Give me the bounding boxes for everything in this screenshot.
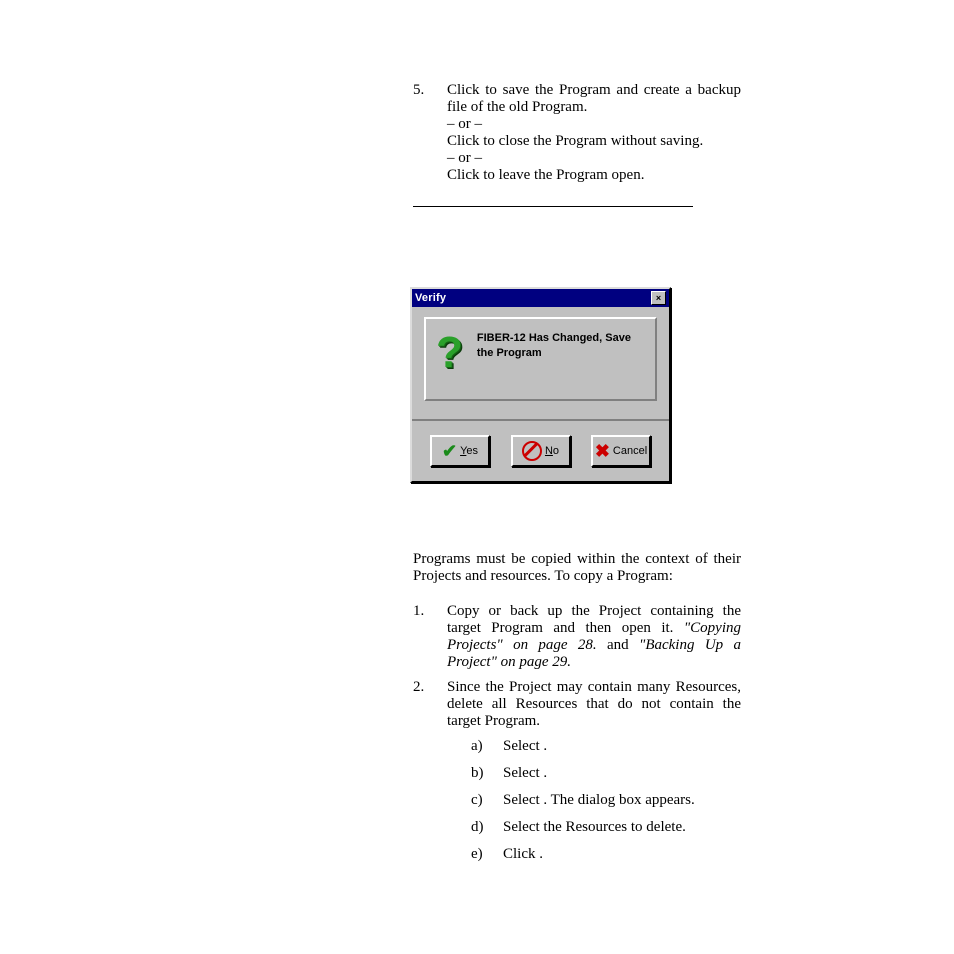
substep-body: Select the Resources to delete. [503,819,741,836]
text: dialog box appears. [578,792,695,808]
text: and [597,637,639,653]
verify-dialog: Verify × ? FIBER-12 Has Changed, Save th… [410,287,671,483]
dialog-message: FIBER-12 Has Changed, Save the Program [477,331,645,361]
text: . [543,738,547,754]
text: Since the Project may contain many Resou… [447,679,741,729]
text: Select [503,738,543,754]
cancel-button[interactable]: ✖ Cancel [591,435,651,467]
dialog-body: ? FIBER-12 Has Changed, Save the Program [412,307,669,411]
text: to leave the Program open. [483,167,644,183]
question-icon: ? [436,331,463,373]
step-body: Since the Project may contain many Resou… [447,679,741,873]
substeps: a) Select . b) Select . c) Select . The dia… [471,738,741,863]
step-number: 5. [413,82,427,184]
substep-body: Click . [503,846,741,863]
x-icon: ✖ [595,441,610,462]
substep-letter: b) [471,765,485,782]
dialog-titlebar: Verify × [412,289,669,307]
button-label: Yes [460,445,478,457]
text: Select [503,765,543,781]
check-icon: ✔ [442,441,457,462]
step-body: Click to save the Program and create a b… [447,82,741,184]
text: . [539,846,543,862]
button-label: Cancel [613,445,647,457]
or-separator: – or – [447,116,741,133]
substep-letter: c) [471,792,485,809]
text: . [543,765,547,781]
substep-body: Select . [503,738,741,755]
yes-button[interactable]: ✔ Yes [430,435,490,467]
step-number: 1. [413,603,427,671]
document-page: 5. Click to save the Program and create … [0,0,954,954]
text: Click [503,846,539,862]
or-separator: – or – [447,150,741,167]
dialog-button-row: ✔ Yes No ✖ Cancel [412,419,669,481]
prohibit-icon [522,441,542,461]
substep-letter: a) [471,738,485,755]
substep-letter: d) [471,819,485,836]
close-icon[interactable]: × [651,291,666,305]
step-number: 2. [413,679,427,873]
substep-body: Select . The dialog box appears. [503,792,741,809]
text: Click [447,133,483,149]
dialog-title: Verify [415,292,446,304]
step-5-block: 5. Click to save the Program and create … [413,82,741,207]
substep-letter: e) [471,846,485,863]
no-button[interactable]: No [511,435,571,467]
button-label: No [545,445,559,457]
substep-body: Select . [503,765,741,782]
text: to close the Program without saving. [483,133,703,149]
text: Click [447,82,485,98]
step-body: Copy or back up the Project containing t… [447,603,741,671]
horizontal-rule [413,206,693,207]
text: to save the Program and create a backup … [447,82,741,115]
copy-program-section: Programs must be copied within the conte… [413,551,741,881]
intro-paragraph: Programs must be copied within the conte… [413,551,741,585]
message-panel: ? FIBER-12 Has Changed, Save the Program [424,317,657,401]
text: . The [543,792,577,808]
text: Click [447,167,483,183]
text: Select [503,792,543,808]
